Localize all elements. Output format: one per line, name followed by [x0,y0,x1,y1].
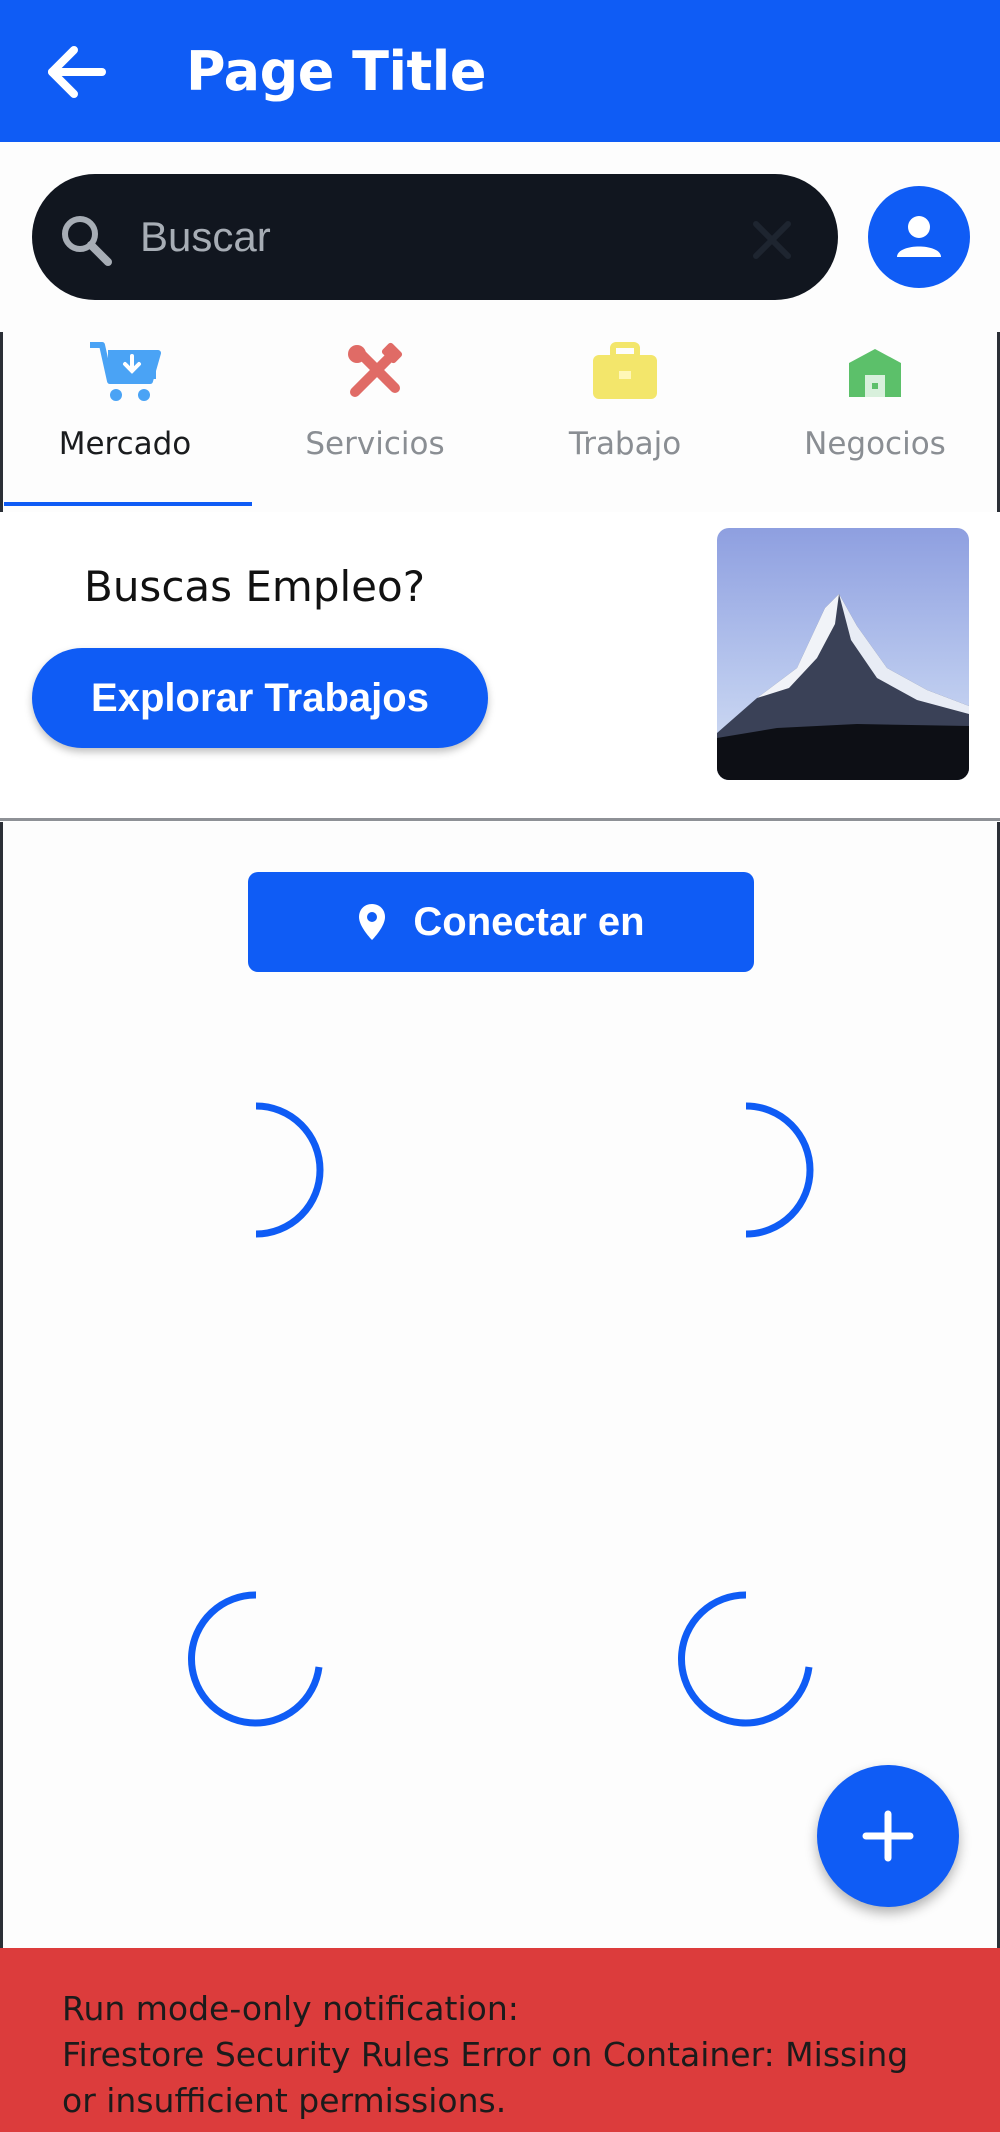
tab-servicios[interactable]: Servicios [250,332,500,508]
plus-icon [862,1810,914,1862]
tab-label: Mercado [58,426,192,462]
profile-button[interactable] [868,186,970,288]
search-input[interactable] [140,202,700,272]
section-divider [0,818,1000,821]
explore-jobs-button[interactable]: Explorar Trabajos [32,648,488,748]
back-button[interactable] [40,36,112,108]
loading-spinner [678,1591,813,1727]
page-title: Page Title [186,40,486,103]
active-tab-indicator [4,502,252,506]
app-bar: Page Title [0,0,1000,142]
loading-spinner [188,1591,323,1727]
tab-negocios[interactable]: Negocios [750,332,1000,508]
close-icon[interactable] [744,212,800,268]
loading-spinner [255,1102,324,1238]
tab-label: Servicios [305,426,445,462]
briefcase-icon [585,336,665,408]
search-row [0,142,1000,332]
loading-spinner [745,1102,814,1238]
tab-trabajo[interactable]: Trabajo [500,332,750,508]
tab-label: Trabajo [568,426,682,462]
search-icon [62,216,112,266]
shopping-cart-icon [85,336,165,408]
connect-label: Conectar en [413,899,645,944]
person-icon [897,216,941,257]
notification-message: Firestore Security Rules Error on Contai… [62,2035,909,2120]
search-bar[interactable] [32,174,838,300]
tab-mercado[interactable]: Mercado [0,332,250,508]
tools-icon [335,336,415,408]
mountain-image [717,528,969,780]
notification-title: Run mode-only notification: [62,1989,519,2028]
jobs-banner: Buscas Empleo? Explorar Trabajos [0,512,1000,822]
connect-button[interactable]: Conectar en [248,872,754,972]
store-icon [835,336,915,408]
location-pin-icon [359,904,386,940]
tab-label: Negocios [804,426,946,462]
add-fab-button[interactable] [817,1765,959,1907]
banner-heading: Buscas Empleo? [84,562,425,611]
arrow-back-icon [48,46,106,98]
error-notification: Run mode-only notification: Firestore Se… [0,1948,1000,2132]
category-tabs: Mercado Servicios Trabajo Negocios [0,332,1000,508]
